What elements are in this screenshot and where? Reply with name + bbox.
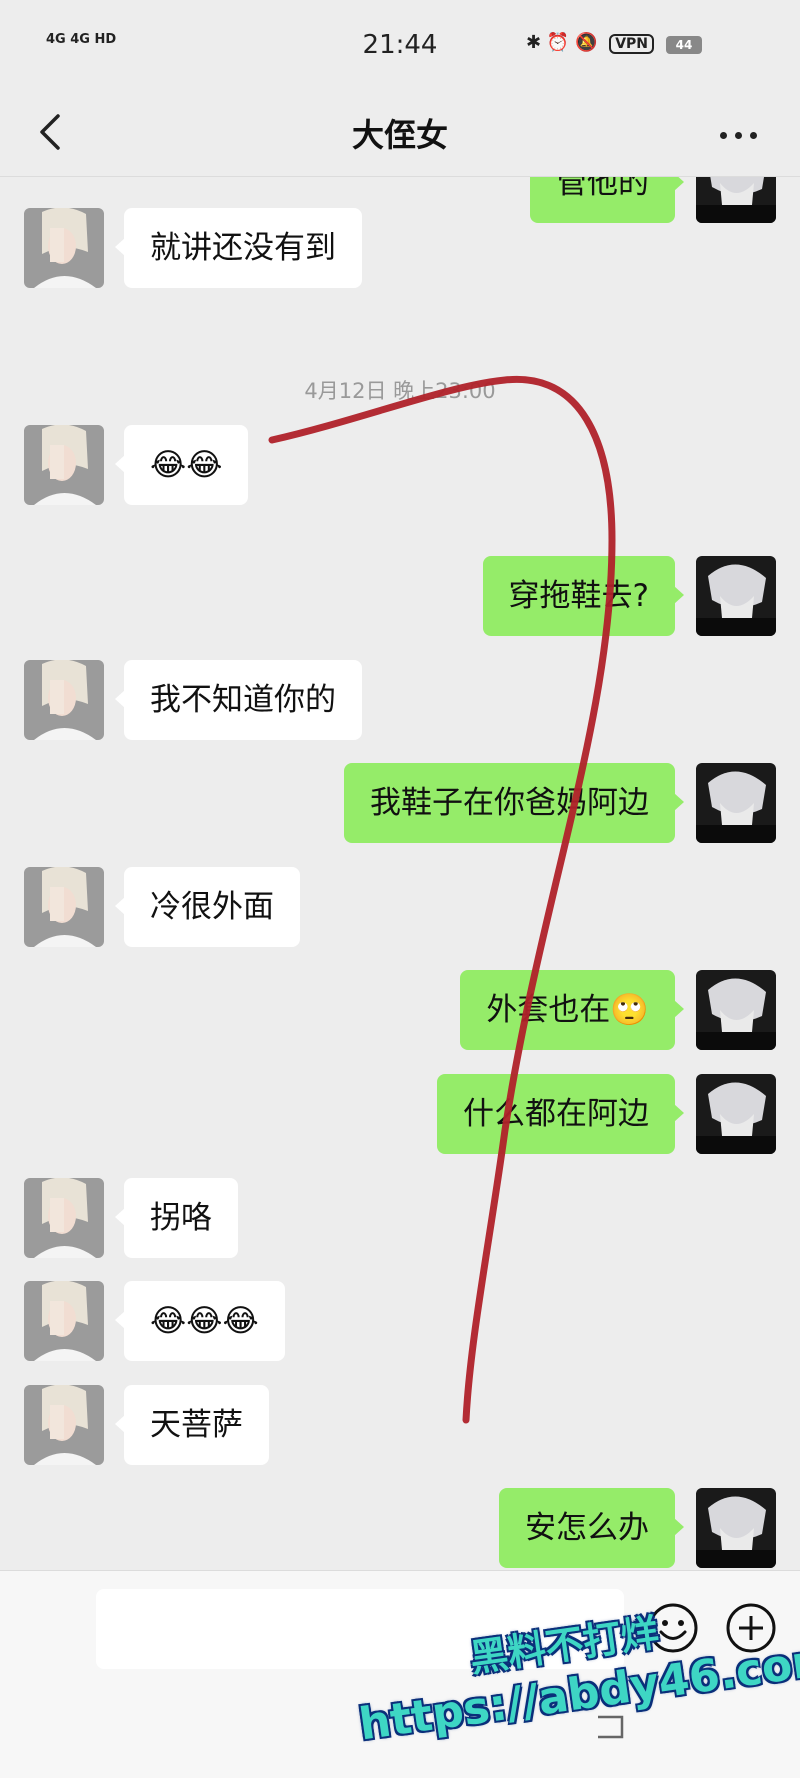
input-bar <box>0 1570 800 1778</box>
message-bubble-incoming[interactable]: 天菩萨 <box>115 1385 269 1465</box>
avatar-self[interactable] <box>696 970 776 1050</box>
chat-header: 大侄女 <box>0 92 800 177</box>
message-row: 拐咯 <box>0 1178 800 1258</box>
message-bubble-incoming[interactable]: 😂😂 <box>114 425 249 505</box>
message-row: 天菩萨 <box>0 1385 800 1465</box>
message-row: 什么都在阿边 <box>0 1074 800 1154</box>
message-bubble-incoming[interactable]: 我不知道你的 <box>115 660 362 740</box>
message-bubble-incoming[interactable]: 冷很外面 <box>115 867 300 947</box>
message-bubble-outgoing[interactable]: 安怎么办 <box>499 1488 684 1568</box>
nav-back-gesture[interactable] <box>590 1711 630 1741</box>
emoji-icon <box>648 1603 698 1653</box>
status-icons: ✱ ⏰ 🔕 VPN <box>526 32 660 54</box>
avatar-self[interactable] <box>696 556 776 636</box>
message-bubble-incoming[interactable]: 😂😂😂 <box>115 1281 285 1361</box>
more-icon-dot <box>735 132 742 139</box>
vpn-badge: VPN <box>609 34 654 54</box>
alarm-icon: ⏰ <box>546 32 570 53</box>
avatar-self[interactable] <box>696 1074 776 1154</box>
avatar-contact[interactable] <box>24 660 104 740</box>
bluetooth-icon: ✱ <box>526 32 542 53</box>
emoji-button[interactable] <box>646 1601 700 1655</box>
chat-title: 大侄女 <box>351 116 448 154</box>
avatar-self[interactable] <box>696 763 776 843</box>
avatar-contact[interactable] <box>24 1178 104 1258</box>
more-icon-dot <box>750 132 757 139</box>
more-icon <box>720 132 727 139</box>
avatar-self[interactable] <box>696 1488 776 1568</box>
avatar-contact[interactable] <box>24 1281 104 1361</box>
message-input[interactable] <box>96 1589 624 1669</box>
message-bubble-outgoing[interactable]: 外套也在🙄 <box>460 970 684 1050</box>
message-bubble-outgoing[interactable]: 什么都在阿边 <box>437 1074 684 1154</box>
message-row: 外套也在🙄 <box>0 970 800 1050</box>
message-row: 😂😂 <box>0 425 800 505</box>
message-timestamp: 4月12日 晚上23:00 <box>304 379 496 403</box>
more-button[interactable] <box>714 114 764 154</box>
message-row: 我不知道你的 <box>0 660 800 740</box>
message-bubble-outgoing[interactable]: 穿拖鞋去? <box>482 556 685 636</box>
message-bubble-incoming[interactable]: 拐咯 <box>115 1178 238 1258</box>
avatar-contact[interactable] <box>24 867 104 947</box>
avatar-contact[interactable] <box>24 208 104 288</box>
message-row: 😂😂😂 <box>0 1281 800 1361</box>
plus-icon <box>726 1603 776 1653</box>
message-bubble-outgoing[interactable]: 我鞋子在你爸妈阿边 <box>344 763 684 843</box>
message-row: 就讲还没有到 <box>0 208 800 288</box>
nav-back-icon <box>598 1715 624 1739</box>
avatar-contact[interactable] <box>24 1385 104 1465</box>
message-row: 我鞋子在你爸妈阿边 <box>0 763 800 843</box>
avatar-contact[interactable] <box>24 425 104 505</box>
plus-button[interactable] <box>724 1601 778 1655</box>
message-bubble-incoming[interactable]: 就讲还没有到 <box>115 208 362 288</box>
message-row: 冷很外面 <box>0 867 800 947</box>
message-row: 穿拖鞋去? <box>0 556 800 636</box>
message-row: 安怎么办 <box>0 1488 800 1568</box>
mute-icon: 🔕 <box>575 32 598 53</box>
battery-indicator: 44 <box>666 36 702 54</box>
message-list[interactable]: 管他的 就讲还没有到 4月12日 晚上23:00 😂😂 穿拖鞋去? 我不知道你的… <box>0 177 800 1570</box>
status-bar: 4G 4G HD 21:44 ✱ ⏰ 🔕 VPN 44 <box>0 0 800 92</box>
